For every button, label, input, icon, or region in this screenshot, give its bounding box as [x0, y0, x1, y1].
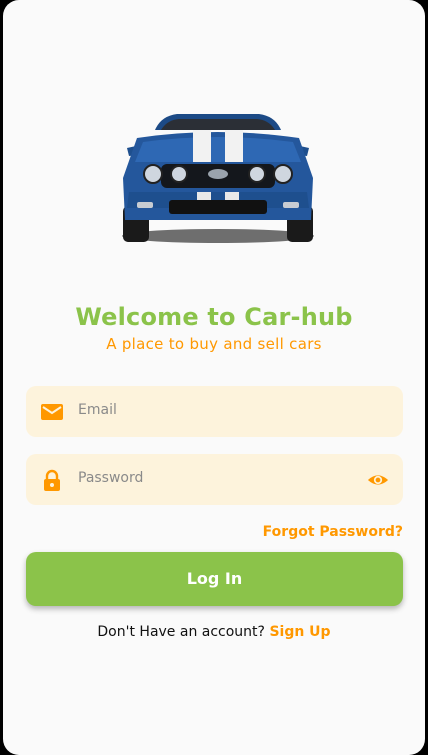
mail-icon	[40, 400, 64, 424]
login-screen: Welcome to Car-hub A place to buy and se…	[3, 0, 425, 755]
welcome-title: Welcome to Car-hub	[75, 303, 353, 331]
lock-icon	[40, 468, 64, 492]
password-placeholder: Password	[78, 470, 144, 486]
signup-row: Don't Have an account? Sign Up	[3, 624, 425, 640]
welcome-subtitle: A place to buy and sell cars	[106, 335, 322, 353]
login-button[interactable]: Log In	[26, 552, 403, 606]
car-image	[117, 108, 319, 248]
signup-link[interactable]: Sign Up	[269, 624, 330, 640]
email-field[interactable]: Email	[26, 386, 403, 437]
eye-icon[interactable]	[367, 469, 389, 491]
signup-prompt: Don't Have an account?	[97, 624, 265, 640]
password-field[interactable]: Password	[26, 454, 403, 505]
forgot-password-link[interactable]: Forgot Password?	[263, 524, 403, 540]
email-placeholder: Email	[78, 402, 117, 418]
